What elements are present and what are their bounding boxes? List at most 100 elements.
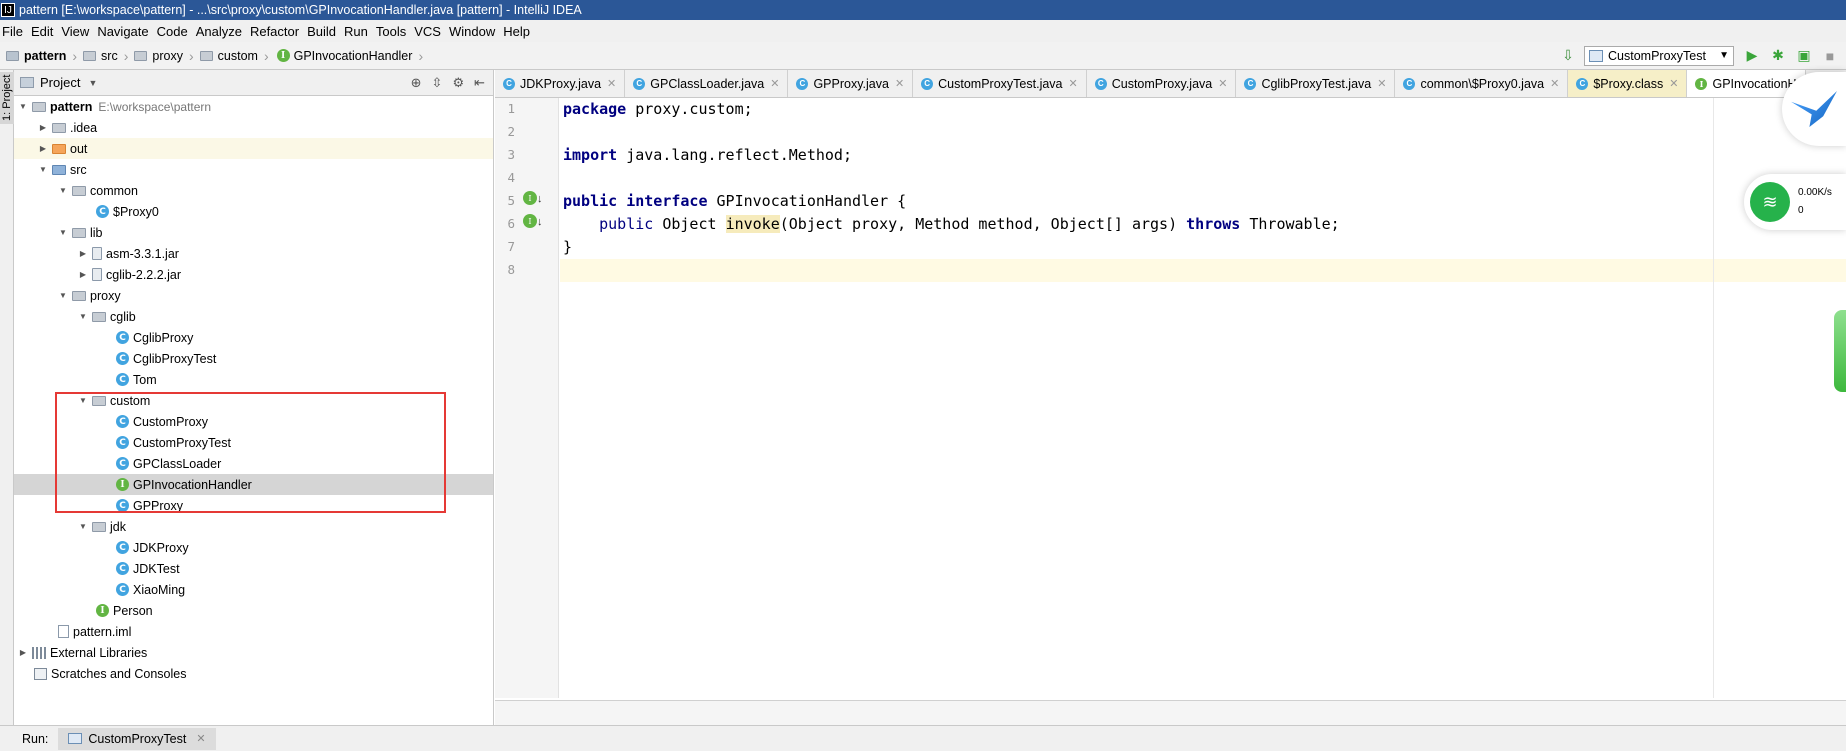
tree-item-pattern-iml[interactable]: pattern.iml	[14, 621, 493, 642]
breadcrumb-gpinvocationhandler[interactable]: I GPInvocationHandler ›	[275, 48, 423, 64]
menu-window[interactable]: Window	[447, 24, 501, 39]
code-content[interactable]: package proxy.custom; import java.lang.r…	[560, 98, 1846, 698]
tree-item-custom[interactable]: custom	[14, 390, 493, 411]
side-widget-handle[interactable]	[1834, 310, 1846, 392]
menu-tools[interactable]: Tools	[374, 24, 412, 39]
coverage-icon[interactable]: ▣	[1794, 46, 1814, 66]
stop-icon[interactable]: ■	[1820, 46, 1840, 66]
close-icon[interactable]: ✕	[196, 732, 205, 745]
collapse-arrow-icon[interactable]	[76, 249, 90, 258]
menu-view[interactable]: View	[59, 24, 95, 39]
tree-item-scratches[interactable]: Scratches and Consoles	[14, 663, 493, 684]
tree-item-cglibproxytest[interactable]: C CglibProxyTest	[14, 348, 493, 369]
close-icon[interactable]: ✕	[607, 77, 616, 90]
tab-customproxytest[interactable]: C CustomProxyTest.java ✕	[913, 70, 1087, 97]
tree-item-gpinvocationhandler[interactable]: I GPInvocationHandler	[14, 474, 493, 495]
tree-item-cglib[interactable]: cglib	[14, 306, 493, 327]
expand-arrow-icon[interactable]	[56, 228, 70, 237]
tree-item-lib[interactable]: lib	[14, 222, 493, 243]
menu-vcs[interactable]: VCS	[412, 24, 447, 39]
locate-icon[interactable]: ⊕	[411, 75, 422, 91]
breadcrumb-custom[interactable]: custom ›	[199, 48, 269, 64]
expand-arrow-icon[interactable]	[76, 396, 90, 405]
hide-icon[interactable]: ⇤	[474, 75, 485, 91]
network-speed-widget[interactable]: ≋ 0.00K/s 0	[1744, 174, 1846, 230]
build-project-icon[interactable]: ⇩	[1558, 46, 1578, 66]
tab-gpproxy[interactable]: C GPProxy.java ✕	[788, 70, 914, 97]
expand-arrow-icon[interactable]	[36, 165, 50, 174]
tree-item-xiaoming[interactable]: C XiaoMing	[14, 579, 493, 600]
menu-file[interactable]: File	[0, 24, 29, 39]
gear-icon[interactable]: ⚙	[452, 75, 464, 91]
tree-item-customproxy[interactable]: C CustomProxy	[14, 411, 493, 432]
menu-help[interactable]: Help	[501, 24, 536, 39]
tree-item-out[interactable]: out	[14, 138, 493, 159]
tree-item-jdktest[interactable]: C JDKTest	[14, 558, 493, 579]
implemented-method-icon[interactable]: I	[523, 214, 537, 228]
tree-item-proxy[interactable]: proxy	[14, 285, 493, 306]
breadcrumb-pattern[interactable]: pattern ›	[6, 48, 77, 64]
expand-arrow-icon[interactable]	[56, 291, 70, 300]
implemented-interface-icon[interactable]: I	[523, 191, 537, 205]
expand-arrow-icon[interactable]	[76, 312, 90, 321]
collapse-arrow-icon[interactable]	[36, 123, 50, 132]
line-number: 1	[507, 101, 515, 116]
tree-item-tom[interactable]: C Tom	[14, 369, 493, 390]
chevron-down-icon[interactable]: ▼	[88, 78, 97, 88]
tree-item-person[interactable]: I Person	[14, 600, 493, 621]
menu-run[interactable]: Run	[342, 24, 374, 39]
close-icon[interactable]: ✕	[1550, 77, 1559, 90]
tree-item-asm-jar[interactable]: asm-3.3.1.jar	[14, 243, 493, 264]
tree-item-gpclassloader[interactable]: C GPClassLoader	[14, 453, 493, 474]
tree-item-pattern[interactable]: pattern E:\workspace\pattern	[14, 96, 493, 117]
run-configuration-select[interactable]: CustomProxyTest ▼	[1584, 45, 1734, 66]
expand-arrow-icon[interactable]	[16, 102, 30, 111]
expand-arrow-icon[interactable]	[76, 522, 90, 531]
tab-gpclassloader[interactable]: C GPClassLoader.java ✕	[625, 70, 789, 97]
close-icon[interactable]: ✕	[1069, 77, 1078, 90]
tab-common-proxy0[interactable]: C common\$Proxy0.java ✕	[1395, 70, 1569, 97]
tree-item-idea[interactable]: .idea	[14, 117, 493, 138]
collapse-arrow-icon[interactable]	[16, 648, 30, 657]
close-icon[interactable]: ✕	[1377, 77, 1386, 90]
menu-navigate[interactable]: Navigate	[95, 24, 154, 39]
tree-item-proxy0[interactable]: C $Proxy0	[14, 201, 493, 222]
expand-arrow-icon[interactable]	[56, 186, 70, 195]
code-area[interactable]: 1 2 3 4 5 6 7 8 I ↓ I ↓ package proxy.cu…	[495, 98, 1846, 698]
tree-item-jdkproxy[interactable]: C JDKProxy	[14, 537, 493, 558]
run-tab-customproxytest[interactable]: CustomProxyTest ✕	[58, 727, 216, 750]
project-panel-title[interactable]: Project	[40, 75, 80, 90]
menu-build[interactable]: Build	[305, 24, 342, 39]
tree-item-external-libraries[interactable]: External Libraries	[14, 642, 493, 663]
tree-item-cglib-jar[interactable]: cglib-2.2.2.jar	[14, 264, 493, 285]
breadcrumb-proxy[interactable]: proxy ›	[134, 48, 194, 64]
tree-item-common[interactable]: common	[14, 180, 493, 201]
tab-jdkproxy[interactable]: C JDKProxy.java ✕	[495, 70, 626, 97]
tree-item-jdk[interactable]: jdk	[14, 516, 493, 537]
collapse-arrow-icon[interactable]	[76, 270, 90, 279]
close-icon[interactable]: ✕	[770, 77, 779, 90]
breadcrumb-src[interactable]: src ›	[83, 48, 128, 64]
tab-proxy-class[interactable]: C $Proxy.class ✕	[1568, 70, 1688, 97]
run-icon[interactable]: ▶	[1742, 46, 1762, 66]
menu-analyze[interactable]: Analyze	[194, 24, 248, 39]
tree-item-cglibproxy[interactable]: C CglibProxy	[14, 327, 493, 348]
menu-code[interactable]: Code	[155, 24, 194, 39]
close-icon[interactable]: ✕	[895, 77, 904, 90]
project-tool-tab[interactable]: 1: Project	[0, 72, 14, 124]
tree-item-src[interactable]: src	[14, 159, 493, 180]
tab-cglibproxytest[interactable]: C CglibProxyTest.java ✕	[1236, 70, 1396, 97]
collapse-all-icon[interactable]: ⇳	[432, 75, 443, 91]
floating-app-widget[interactable]	[1782, 72, 1846, 146]
method-name[interactable]: invoke	[725, 215, 780, 233]
close-icon[interactable]: ✕	[1218, 77, 1227, 90]
tree-item-customproxytest[interactable]: C CustomProxyTest	[14, 432, 493, 453]
menu-edit[interactable]: Edit	[29, 24, 59, 39]
tab-customproxy[interactable]: C CustomProxy.java ✕	[1086, 70, 1237, 97]
collapse-arrow-icon[interactable]	[36, 144, 50, 153]
tree-item-gpproxy[interactable]: C GPProxy	[14, 495, 493, 516]
debug-icon[interactable]: ✱	[1768, 46, 1788, 66]
menu-refactor[interactable]: Refactor	[248, 24, 305, 39]
close-icon[interactable]: ✕	[1669, 77, 1678, 90]
